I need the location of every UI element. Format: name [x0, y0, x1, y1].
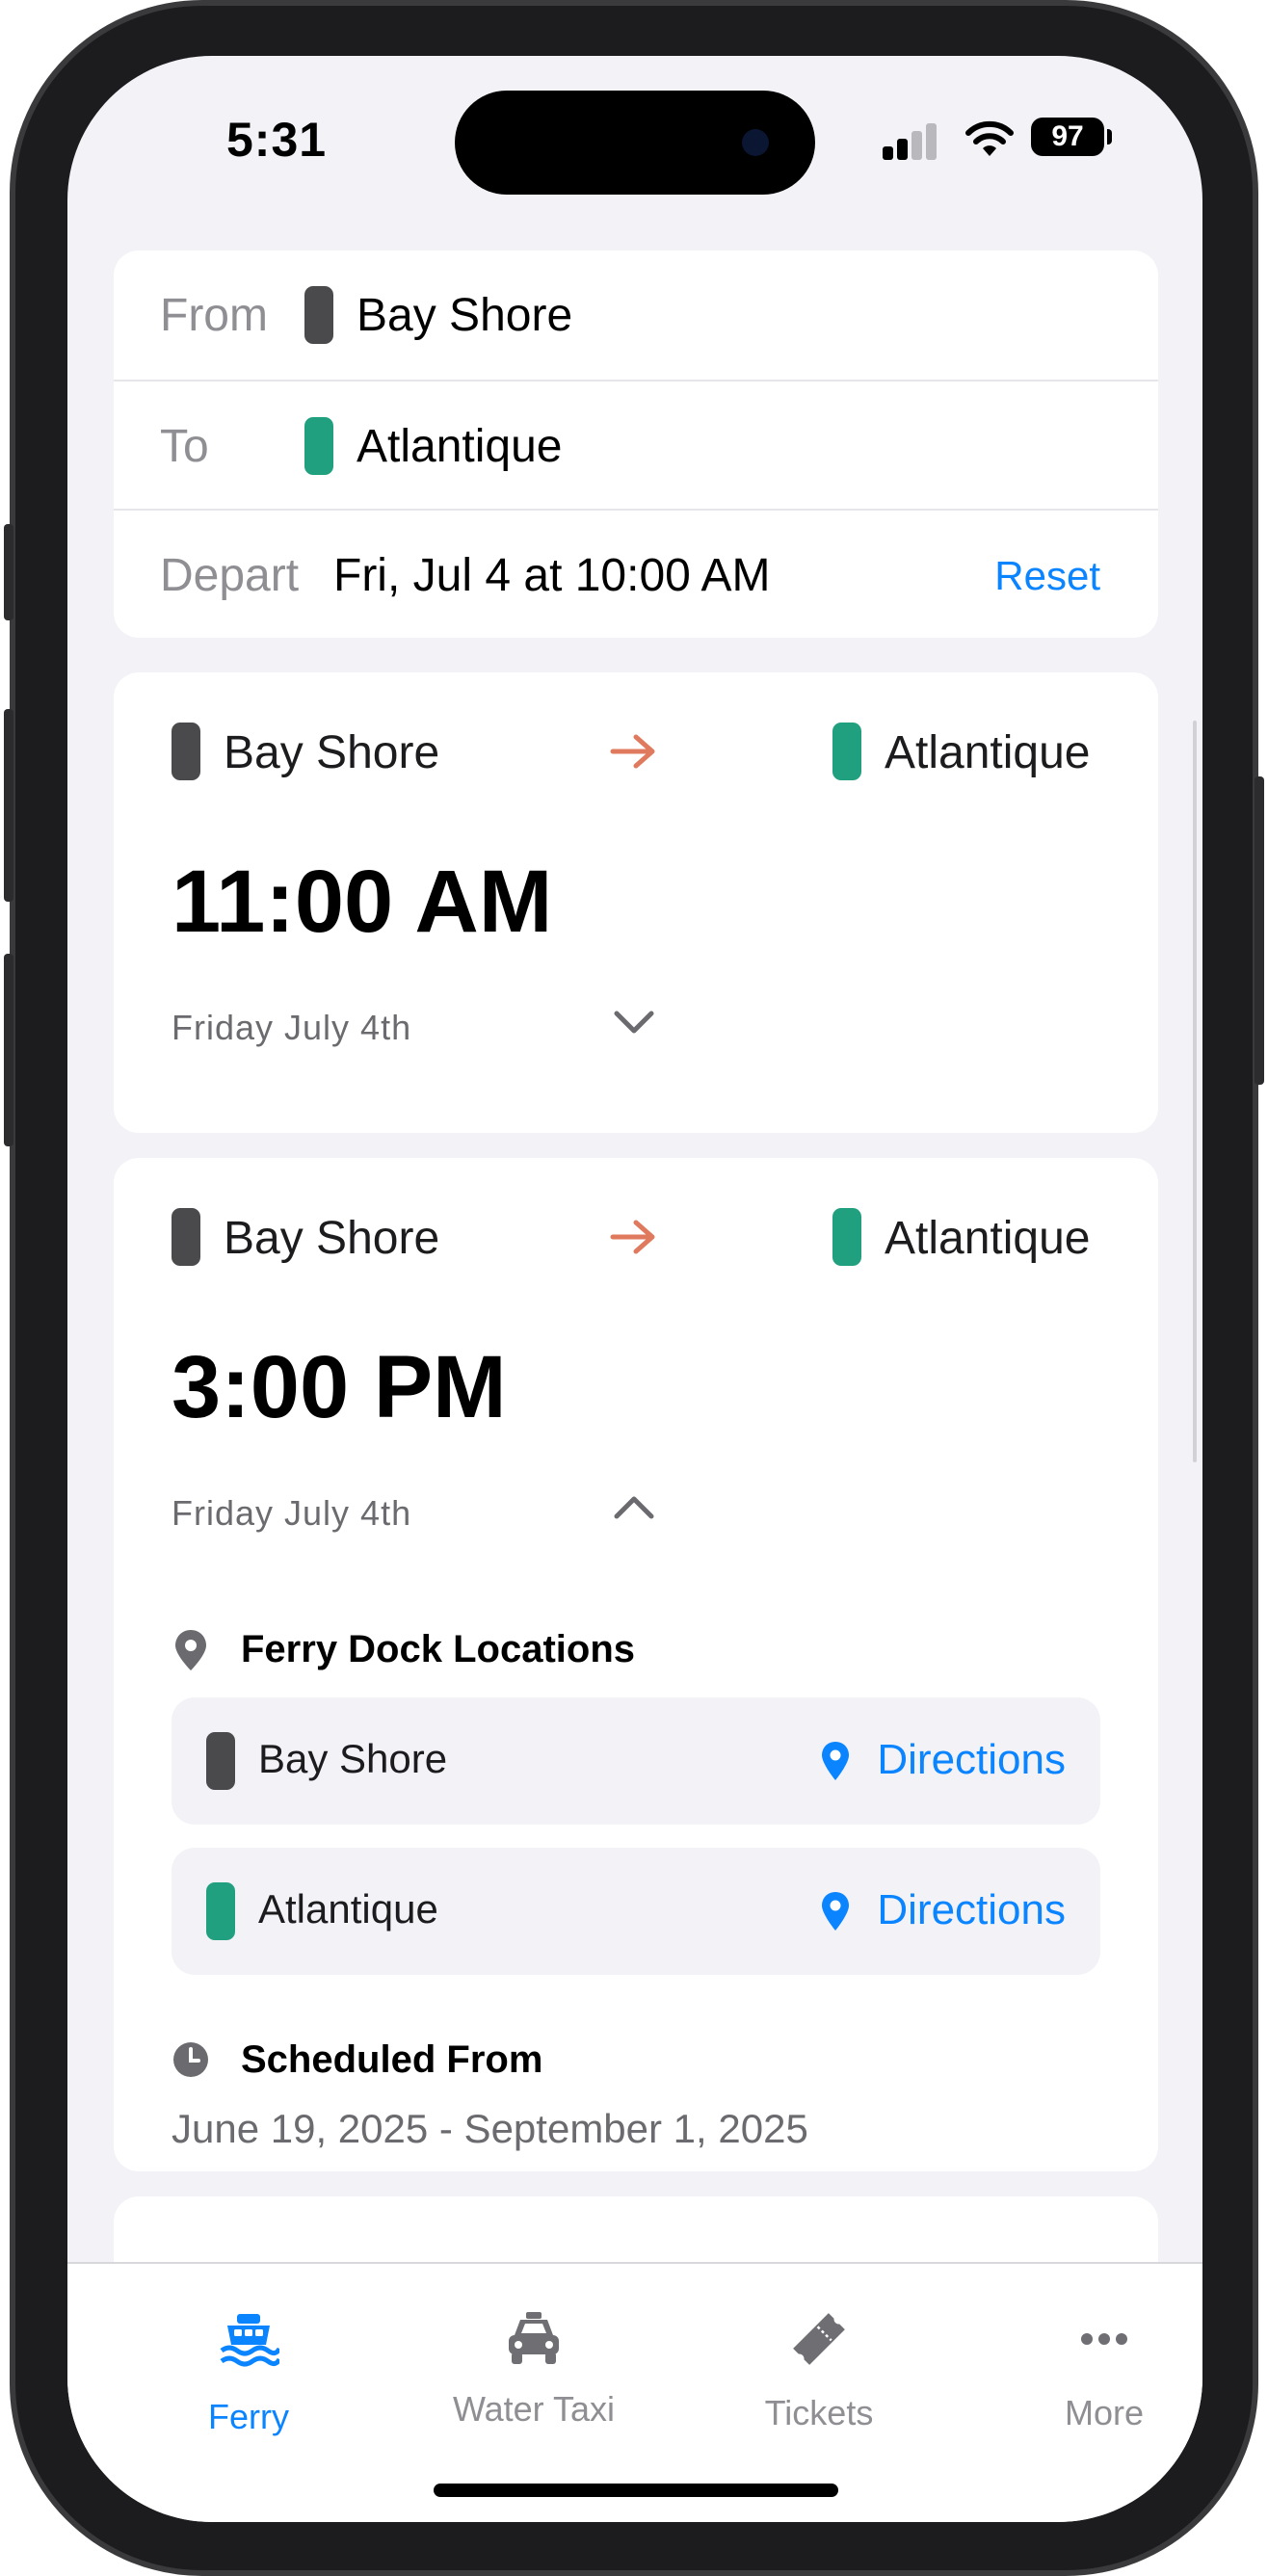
location-pin-icon	[175, 1630, 206, 1670]
more-icon	[1081, 2333, 1127, 2345]
destination-marker-icon	[304, 417, 333, 475]
dock-location-row: Bay Shore Directions	[172, 1697, 1100, 1825]
to-value: Atlantique	[357, 421, 563, 472]
origin-marker-icon	[304, 286, 333, 344]
wifi-icon	[965, 120, 1014, 156]
depart-label: Depart	[160, 550, 300, 601]
to-label: To	[160, 421, 209, 472]
origin-marker-icon	[172, 723, 200, 780]
origin-marker-icon	[172, 1208, 200, 1266]
chevron-down-icon[interactable]	[613, 1000, 655, 1042]
dock-name: Atlantique	[258, 1886, 438, 1932]
directions-pin-icon[interactable]	[819, 1890, 852, 1932]
from-value: Bay Shore	[357, 290, 573, 341]
departure-time: 3:00 PM	[172, 1338, 507, 1436]
trip-card-expanded[interactable]: Bay Shore Atlantique 3:00 PM Friday July…	[114, 1158, 1158, 2171]
destination-station: Atlantique	[885, 1213, 1091, 1264]
destination-marker-icon	[832, 1208, 861, 1266]
arrow-right-icon	[610, 1220, 655, 1254]
status-bar: 5:31 97	[67, 56, 1202, 249]
departure-time: 11:00 AM	[172, 853, 553, 951]
volume-down-button	[4, 954, 13, 1146]
depart-row[interactable]: Depart Fri, Jul 4 at 10:00 AM Reset	[114, 509, 1158, 638]
directions-button[interactable]: Directions	[877, 1736, 1066, 1784]
power-button	[1255, 776, 1264, 1085]
scroll-indicator[interactable]	[1193, 721, 1197, 1462]
car-icon	[509, 2312, 559, 2364]
departure-date: Friday July 4th	[172, 1493, 412, 1533]
clock-icon	[173, 2042, 208, 2077]
route-search-card: From Bay Shore To Atlantique Depart Fri,…	[114, 250, 1158, 638]
camera-icon	[742, 129, 769, 156]
ferry-icon	[220, 2314, 279, 2367]
origin-station: Bay Shore	[224, 1213, 440, 1264]
home-indicator[interactable]	[434, 2484, 838, 2497]
chevron-up-icon[interactable]	[613, 1485, 655, 1528]
volume-up-button	[4, 709, 13, 902]
to-row[interactable]: To Atlantique	[114, 380, 1158, 509]
trip-card[interactable]: Bay Shore Atlantique 11:00 AM Friday Jul…	[114, 672, 1158, 1133]
reset-button[interactable]: Reset	[994, 553, 1100, 599]
arrow-right-icon	[610, 734, 655, 769]
tab-label: More	[1064, 2393, 1145, 2432]
status-time: 5:31	[226, 113, 328, 167]
ticket-icon	[793, 2313, 845, 2365]
origin-marker-icon	[206, 1732, 235, 1790]
battery-tip	[1107, 129, 1112, 145]
origin-station: Bay Shore	[224, 727, 440, 778]
action-button	[4, 524, 13, 620]
dock-name: Bay Shore	[258, 1736, 448, 1781]
cellular-signal-icon	[883, 123, 940, 160]
battery-icon: 97	[1031, 118, 1104, 156]
dock-location-row: Atlantique Directions	[172, 1848, 1100, 1975]
tab-label: Ferry	[208, 2397, 289, 2436]
dynamic-island	[455, 91, 815, 195]
destination-marker-icon	[206, 1882, 235, 1940]
screen: 5:31 97 From Bay Shore To Atlantique Dep…	[67, 56, 1202, 2522]
depart-value[interactable]: Fri, Jul 4 at 10:00 AM	[333, 549, 771, 602]
tab-label: Water Taxi	[452, 2389, 616, 2429]
destination-station: Atlantique	[885, 727, 1091, 778]
destination-marker-icon	[832, 723, 861, 780]
schedule-range: June 19, 2025 - September 1, 2025	[172, 2106, 808, 2151]
from-label: From	[160, 290, 268, 341]
directions-button[interactable]: Directions	[877, 1886, 1066, 1934]
from-row[interactable]: From Bay Shore	[114, 250, 1158, 380]
directions-pin-icon[interactable]	[819, 1740, 852, 1782]
departure-date: Friday July 4th	[172, 1008, 412, 1047]
tab-label: Tickets	[764, 2393, 874, 2432]
